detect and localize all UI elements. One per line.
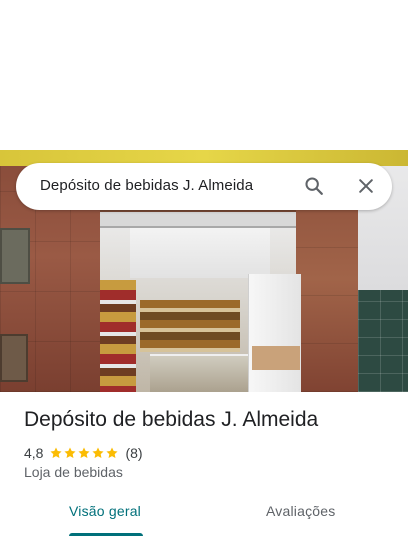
star-rating <box>49 446 119 460</box>
star-icon <box>92 447 105 459</box>
search-icon[interactable] <box>303 175 325 197</box>
star-icon <box>64 447 77 459</box>
place-details-page: Depósito de bebidas J. Almeida Depósito … <box>0 0 408 542</box>
place-title: Depósito de bebidas J. Almeida <box>24 408 319 431</box>
rating-value: 4,8 <box>24 445 44 461</box>
place-category[interactable]: Loja de bebidas <box>24 464 123 480</box>
tab-overview[interactable]: Visão geral <box>69 503 141 519</box>
rating-row[interactable]: 4,8 (8) <box>24 444 143 462</box>
search-bar[interactable]: Depósito de bebidas J. Almeida <box>16 163 392 210</box>
active-tab-indicator <box>69 533 143 536</box>
star-icon <box>78 447 91 459</box>
tab-reviews[interactable]: Avaliações <box>266 503 335 519</box>
star-icon <box>50 447 63 459</box>
place-tabs: Visão geral Avaliações <box>0 496 408 542</box>
star-icon <box>106 447 119 459</box>
review-count[interactable]: (8) <box>125 445 142 461</box>
search-input[interactable]: Depósito de bebidas J. Almeida <box>40 177 253 194</box>
close-icon[interactable] <box>356 176 376 196</box>
